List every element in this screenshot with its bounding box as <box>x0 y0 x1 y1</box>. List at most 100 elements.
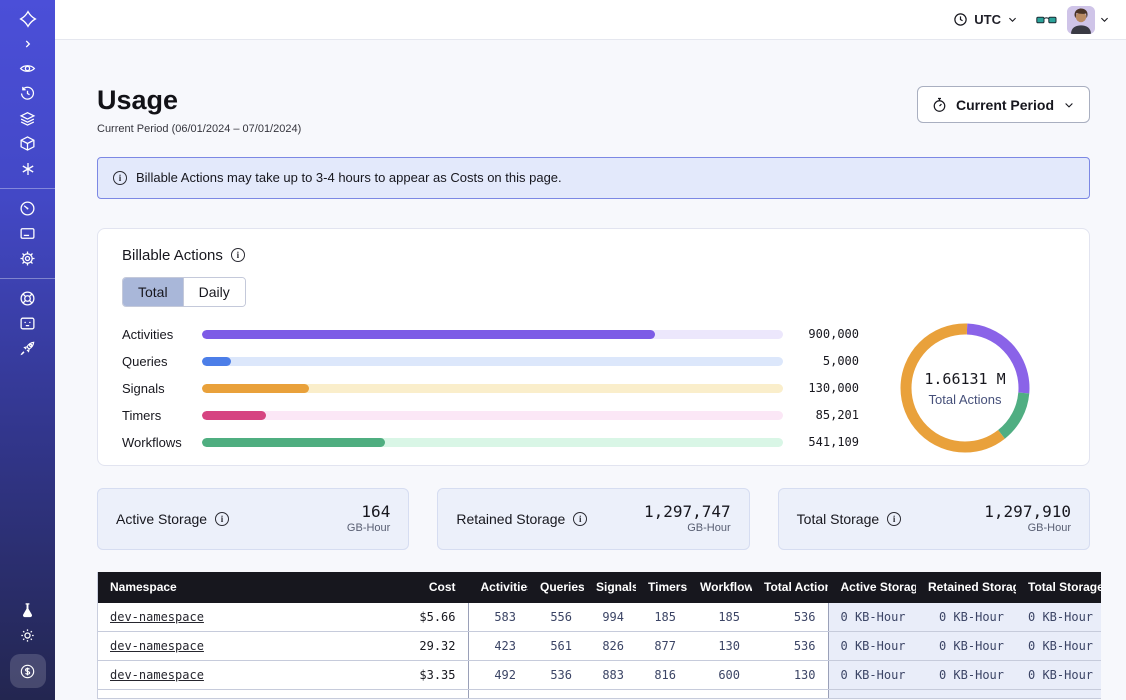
bar-label: Workflows <box>122 435 196 450</box>
timezone-picker[interactable]: UTC <box>953 12 1018 27</box>
avatar[interactable] <box>1067 6 1095 34</box>
lifebuoy-icon[interactable] <box>0 286 55 311</box>
table-cell: 0 KB-Hour <box>916 603 1016 632</box>
col-header-signals: Signals <box>584 572 636 603</box>
user-menu[interactable] <box>1067 6 1110 34</box>
table-cell: $5.66 <box>376 603 468 632</box>
table-cell: 423 <box>468 632 528 661</box>
namespace-link[interactable]: dev-namespace <box>110 610 204 624</box>
donut-center-label: Total Actions <box>929 392 1002 407</box>
table-cell: 583 <box>468 603 528 632</box>
temporal-logo[interactable] <box>0 6 55 31</box>
billable-bar-row: Workflows 541,109 <box>122 429 859 456</box>
sidebar-divider <box>0 278 55 279</box>
namespace-cell: dev-namespace <box>98 661 376 690</box>
period-selector-button[interactable]: Current Period <box>917 86 1090 123</box>
tab-total[interactable]: Total <box>123 278 183 306</box>
table-cell: 0 KB-Hour <box>1016 603 1101 632</box>
cube-icon[interactable] <box>0 131 55 156</box>
col-header-namespace: Namespace <box>98 572 376 603</box>
table-cell: 883 <box>584 661 636 690</box>
usage-table: NamespaceCostActivitiesQueriesSignalsTim… <box>98 572 1101 700</box>
bar-value: 541,109 <box>795 435 859 449</box>
table-cell: $3.35 <box>376 661 468 690</box>
monitor-icon[interactable] <box>0 311 55 336</box>
bar-fill <box>202 438 385 447</box>
table-cell: 130 <box>688 632 752 661</box>
bar-track <box>202 438 783 447</box>
namespace-cell: dev-namespace <box>98 603 376 632</box>
layers-icon[interactable] <box>0 106 55 131</box>
bar-label: Activities <box>122 327 196 342</box>
bar-fill <box>202 330 655 339</box>
table-cell: 536 <box>528 661 584 690</box>
col-header-cost: Cost <box>376 572 468 603</box>
info-icon[interactable] <box>887 512 901 526</box>
eye-icon[interactable] <box>0 56 55 81</box>
glasses-icon[interactable] <box>1036 12 1057 28</box>
storage-card-value: 164 <box>347 502 390 522</box>
info-icon[interactable] <box>215 512 229 526</box>
billable-actions-title: Billable Actions <box>122 247 223 264</box>
storage-card-unit: GB-Hour <box>984 522 1071 536</box>
info-icon <box>113 171 127 185</box>
bar-fill <box>202 384 309 393</box>
info-banner: Billable Actions may take up to 3-4 hour… <box>97 157 1090 199</box>
billable-bar-row: Activities 900,000 <box>122 321 859 348</box>
namespace-cell: dev-namespace <box>98 632 376 661</box>
table-cell: 536 <box>752 632 828 661</box>
bar-value: 900,000 <box>795 327 859 341</box>
chevron-down-icon <box>1007 14 1018 25</box>
table-cell: 536 <box>752 603 828 632</box>
table-cell: 492 <box>468 661 528 690</box>
clock-icon <box>953 12 968 27</box>
table-header-row: NamespaceCostActivitiesQueriesSignalsTim… <box>98 572 1101 603</box>
rocket-icon[interactable] <box>0 336 55 361</box>
table-cell: 0 KB-Hour <box>828 603 916 632</box>
col-header-total-storage: Total Storage <box>1016 572 1101 603</box>
info-icon[interactable] <box>231 248 245 262</box>
table-cell: 556 <box>528 603 584 632</box>
asterisk-icon[interactable] <box>0 156 55 181</box>
bar-label: Signals <box>122 381 196 396</box>
info-banner-text: Billable Actions may take up to 3-4 hour… <box>136 170 562 185</box>
storage-card-value: 1,297,910 <box>984 502 1071 522</box>
col-header-queries: Queries <box>528 572 584 603</box>
namespace-link[interactable]: dev-namespace <box>110 639 204 653</box>
sun-icon[interactable] <box>0 623 55 648</box>
info-icon[interactable] <box>573 512 587 526</box>
table-cell: 0 KB-Hour <box>1016 632 1101 661</box>
main-content: Usage Current Period (06/01/2024 – 07/01… <box>55 40 1126 700</box>
dollar-coin-icon[interactable] <box>10 654 46 688</box>
table-row: dev-namespace$5.665835569941851855360 KB… <box>98 603 1101 632</box>
collapse-chevron-icon[interactable] <box>0 31 55 56</box>
tab-daily[interactable]: Daily <box>183 278 245 306</box>
storage-card: Active Storage 164 GB-Hour <box>97 488 409 550</box>
billing-card-icon[interactable] <box>0 221 55 246</box>
storage-card-label: Active Storage <box>116 511 207 527</box>
sidebar-divider <box>0 188 55 189</box>
table-cell: 29.32 <box>376 632 468 661</box>
bar-value: 130,000 <box>795 381 859 395</box>
table-cell: 185 <box>688 603 752 632</box>
sidebar <box>0 0 55 700</box>
table-row: dev-namespace$3.354925368838166001300 KB… <box>98 661 1101 690</box>
storage-card-unit: GB-Hour <box>644 522 731 536</box>
flask-icon[interactable] <box>0 598 55 623</box>
gauge-icon[interactable] <box>0 196 55 221</box>
table-cell: 0 KB-Hour <box>828 661 916 690</box>
col-header-total-actions: Total Actions <box>752 572 828 603</box>
table-cell: 185 <box>636 603 688 632</box>
history-icon[interactable] <box>0 81 55 106</box>
bar-track <box>202 330 783 339</box>
namespace-link[interactable]: dev-namespace <box>110 668 204 682</box>
billable-bar-chart: Activities 900,000 Queries 5,000 Signals… <box>122 321 865 456</box>
table-cell: 877 <box>636 632 688 661</box>
usage-table-wrap: NamespaceCostActivitiesQueriesSignalsTim… <box>97 572 1090 700</box>
billable-actions-card: Billable Actions TotalDaily Activities 9… <box>97 228 1090 466</box>
col-header-retained-storage: Retained Storage <box>916 572 1016 603</box>
page-subtitle: Current Period (06/01/2024 – 07/01/2024) <box>97 123 301 135</box>
chevron-down-icon <box>1063 99 1075 111</box>
gear-icon[interactable] <box>0 246 55 271</box>
timezone-label: UTC <box>974 12 1001 27</box>
